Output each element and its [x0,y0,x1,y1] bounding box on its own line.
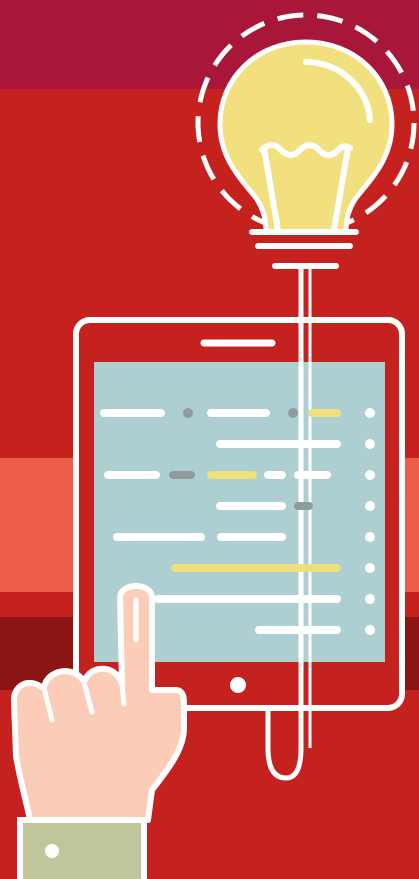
line-bullet [365,594,375,604]
cuff-button [45,844,59,858]
line-bullet [365,501,375,511]
line-bullet [365,439,375,449]
line-bullet [365,470,375,480]
code-dot [288,408,298,418]
line-bullet [365,408,375,418]
lightbulb-icon [217,39,395,269]
line-bullet [365,532,375,542]
illustration-art [11,12,417,879]
tablet-home-button [230,677,246,693]
illustration-canvas [0,0,419,879]
line-bullet [365,563,375,573]
bulb-glass [217,39,395,235]
sleeve-cuff [17,817,147,879]
code-dot [183,408,193,418]
line-bullet [365,625,375,635]
